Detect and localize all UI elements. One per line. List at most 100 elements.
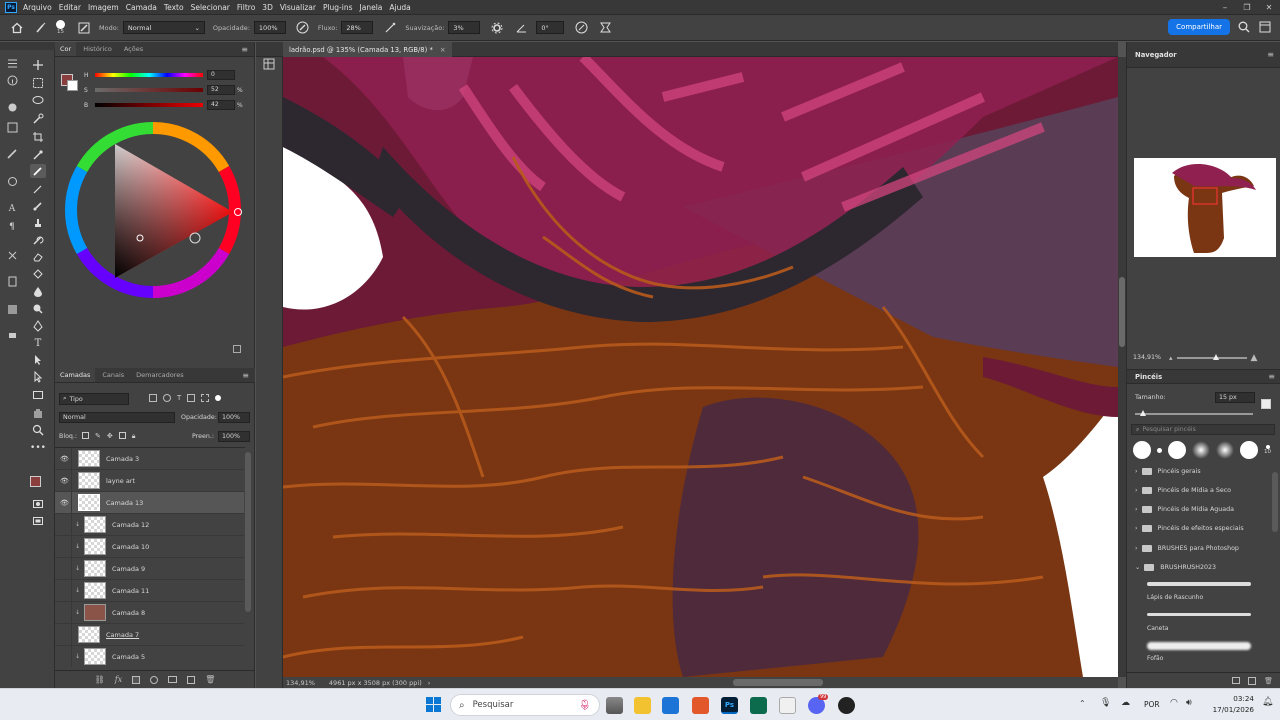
saturation-slider[interactable] [95, 88, 203, 92]
microsoft-store-icon[interactable] [662, 697, 679, 714]
swatches-icon[interactable] [4, 302, 20, 316]
h-input[interactable]: 0 [207, 70, 235, 80]
brush-size-input[interactable]: 15 px [1215, 392, 1255, 403]
smoothing-input[interactable]: 3% [448, 21, 481, 34]
lock-all-icon[interactable]: 🔒︎ [132, 432, 136, 441]
panel-menu-icon[interactable]: ≡ [241, 45, 248, 54]
filter-toggle-icon[interactable] [215, 395, 222, 401]
menu-plugins[interactable]: Plug-ins [323, 3, 353, 12]
tab-channels[interactable]: Canais [97, 368, 129, 382]
layer-blend-mode-select[interactable]: Normal [59, 412, 175, 423]
brush-folder-open[interactable]: ⌄ BRUSHRUSH2023 [1135, 558, 1216, 576]
eye-hidden-icon[interactable] [58, 513, 72, 536]
brush-folder[interactable]: › Pincéis de Mídia Aguada [1135, 500, 1234, 518]
panel-expand-icon[interactable] [233, 345, 241, 353]
hand-tool-icon[interactable] [30, 406, 46, 420]
move-tool-icon[interactable] [30, 58, 46, 72]
search-icon[interactable] [1238, 21, 1250, 35]
pressure-size-icon[interactable] [572, 19, 590, 37]
adjustment-filter-icon[interactable] [163, 394, 171, 402]
share-button[interactable]: Compartilhar [1168, 19, 1230, 35]
menu-visualizar[interactable]: Visualizar [280, 3, 316, 12]
tab-color[interactable]: Cor [55, 42, 77, 56]
layer-style-icon[interactable]: fx [115, 675, 122, 684]
scroll-thumb[interactable] [1119, 277, 1125, 347]
small-round-brush-icon[interactable] [1157, 447, 1162, 453]
b-input[interactable]: 42 [207, 100, 235, 110]
delete-layer-icon[interactable]: 🗑︎ [205, 675, 215, 684]
menu-ajuda[interactable]: Ajuda [389, 3, 410, 12]
paragraph-style-icon[interactable] [4, 120, 20, 134]
maximize-icon[interactable]: ❐ [1236, 0, 1258, 15]
arrange-icon[interactable] [263, 58, 275, 72]
opacity-input[interactable]: 100% [253, 21, 286, 34]
eyedropper-tool-icon[interactable] [30, 148, 46, 162]
status-zoom[interactable]: 134,91% [286, 679, 315, 687]
toolbar-grip[interactable] [0, 42, 55, 50]
brush-tool-preset-icon[interactable] [32, 19, 50, 37]
pressure-opacity-icon[interactable] [294, 19, 312, 37]
tray-overflow-icon[interactable]: ⌃ [1079, 699, 1086, 708]
layer-row[interactable]: ↓ Camada 11 [55, 579, 244, 602]
layer-row[interactable]: ↓ Camada 5 [55, 645, 244, 667]
menu-imagem[interactable]: Imagem [88, 3, 119, 12]
tab-history[interactable]: Histórico [78, 42, 117, 56]
dodge-tool-icon[interactable] [30, 302, 46, 316]
canvas-vertical-scrollbar[interactable] [1118, 57, 1126, 677]
brush-settings-icon[interactable] [75, 19, 93, 37]
layer-row[interactable]: ↓ Camada 12 [55, 513, 244, 536]
current-brush-preset[interactable]: 10 [1264, 445, 1271, 455]
smoothing-options-gear-icon[interactable] [488, 19, 506, 37]
language-indicator[interactable]: POR [1144, 700, 1160, 709]
s-input[interactable]: 52 [207, 85, 235, 95]
color-wheel[interactable] [63, 120, 243, 300]
hue-slider[interactable] [95, 73, 203, 77]
layer-comps-icon[interactable] [4, 56, 20, 70]
mode-select[interactable]: Normal ⌄ [122, 21, 205, 34]
navigator-menu-icon[interactable]: ≡ [1267, 50, 1274, 59]
soft-round-brush-2-icon[interactable] [1216, 441, 1234, 459]
pencil-tool-icon[interactable] [30, 182, 46, 196]
mixer-brush-tool-icon[interactable] [30, 199, 46, 213]
lock-pixels-icon[interactable]: ✎ [95, 432, 101, 441]
brush-settings-panel-icon[interactable] [4, 146, 20, 160]
taskbar-search[interactable]: ⌕ Pesquisar 🌷︎ [450, 694, 600, 716]
menu-editar[interactable]: Editar [59, 3, 81, 12]
pen-tool-icon[interactable] [30, 319, 46, 333]
close-icon[interactable]: ✕ [1258, 0, 1280, 15]
clip-studio-icon[interactable] [750, 697, 767, 714]
brush-size-slider[interactable] [1135, 410, 1253, 416]
layer-row[interactable]: Camada 7 [55, 623, 244, 646]
windows-start-icon[interactable] [426, 697, 441, 712]
symmetry-icon[interactable] [596, 19, 614, 37]
file-explorer-icon[interactable] [634, 697, 651, 714]
layer-row[interactable]: 👁︎ layne art [55, 469, 244, 492]
marquee-tool-icon[interactable] [30, 76, 46, 90]
adjustment-layer-icon[interactable] [150, 675, 159, 684]
new-brush-preset-icon[interactable] [1248, 676, 1257, 685]
brush-tool-icon[interactable] [30, 164, 46, 178]
volume-icon[interactable]: 🔊︎ [1186, 698, 1192, 708]
rectangle-tool-icon[interactable] [30, 388, 46, 402]
brush-item[interactable]: Caneta [1147, 609, 1251, 639]
navigator-zoom-value[interactable]: 134,91% [1133, 354, 1169, 361]
fill-input[interactable]: 100% [218, 431, 250, 442]
lock-artboard-icon[interactable] [118, 432, 126, 439]
layer-row[interactable]: 👁︎ Camada 3 [55, 448, 244, 470]
angle-input[interactable]: 0° [536, 21, 565, 34]
eye-hidden-icon[interactable] [58, 579, 72, 602]
slider-thumb[interactable] [1212, 353, 1219, 360]
eye-hidden-icon[interactable] [58, 535, 72, 558]
layer-row[interactable]: ↓ Camada 8 [55, 601, 244, 624]
brush-item[interactable]: Lápis de Rascunho [1147, 578, 1251, 608]
layer-row-selected[interactable]: 👁︎ Camada 13 [55, 491, 244, 514]
layers-menu-icon[interactable]: ≡ [242, 371, 249, 380]
brush-item[interactable]: Fofão [1147, 640, 1251, 668]
libraries-icon[interactable] [4, 248, 20, 262]
brightness-slider[interactable] [95, 103, 203, 107]
menu-3d[interactable]: 3D [262, 3, 273, 12]
horizontal-scroll-thumb[interactable] [733, 679, 823, 686]
lock-transparency-icon[interactable] [82, 432, 89, 439]
eye-hidden-icon[interactable] [58, 623, 72, 646]
adjustments-icon[interactable] [4, 174, 20, 188]
